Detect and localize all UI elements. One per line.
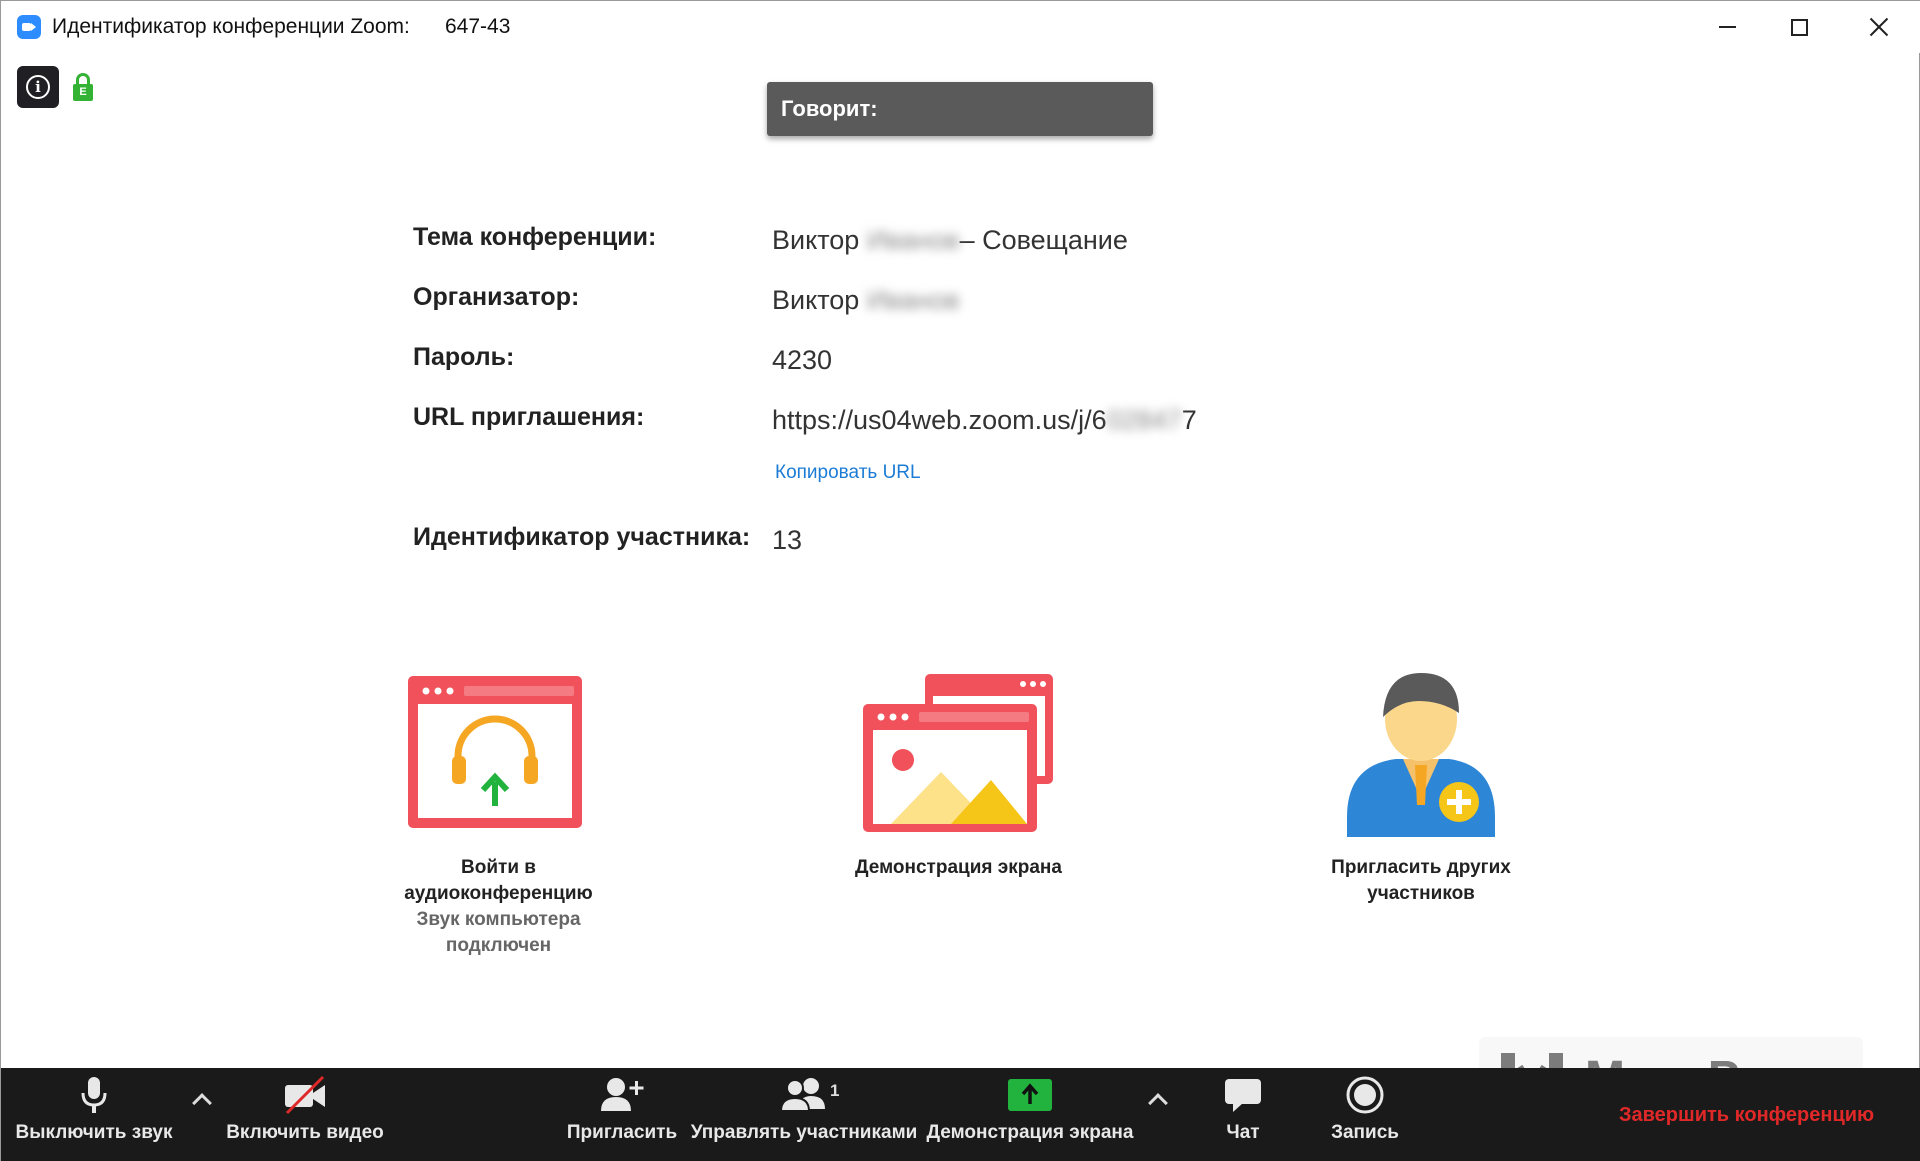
- invite-tile[interactable]: [1341, 667, 1501, 847]
- share-screen-tile[interactable]: [861, 672, 1056, 837]
- lock-letter: E: [73, 84, 93, 101]
- topic-rest: – Совещание: [959, 225, 1128, 255]
- add-user-icon: [599, 1068, 645, 1122]
- zoom-app-icon: [17, 15, 41, 39]
- share-screen-label: Демонстрация экрана: [926, 1122, 1134, 1143]
- maximize-icon: [1790, 18, 1808, 36]
- host-first: Виктор: [772, 285, 860, 315]
- topic-blurred: Иванов: [866, 225, 960, 255]
- end-meeting-button[interactable]: Завершить конференцию: [1619, 1104, 1874, 1127]
- video-off-icon: [281, 1068, 329, 1122]
- join-audio-label[interactable]: Войти в аудиоконференцию: [371, 855, 626, 907]
- start-video-label: Включить видео: [226, 1122, 384, 1143]
- topic-label: Тема конференции:: [413, 223, 657, 251]
- record-label: Запись: [1331, 1122, 1399, 1143]
- share-screen-label[interactable]: Демонстрация экрана: [831, 855, 1086, 881]
- record-button[interactable]: Запись: [1319, 1068, 1411, 1161]
- password-label: Пароль:: [413, 343, 515, 371]
- title-bar: Идентификатор конференции Zoom: 647-43: [1, 1, 1920, 53]
- close-icon: [1869, 17, 1889, 37]
- participant-id-label: Идентификатор участника:: [413, 523, 751, 551]
- mute-label: Выключить звук: [15, 1122, 173, 1143]
- maximize-button[interactable]: [1763, 1, 1835, 53]
- url-blurred: 02847: [1106, 405, 1182, 435]
- invite-url-label: URL приглашения:: [413, 403, 645, 431]
- close-button[interactable]: [1843, 1, 1915, 53]
- meeting-info-button[interactable]: i: [17, 66, 59, 108]
- share-screen-icon: [1007, 1068, 1053, 1122]
- password-value: 4230: [772, 345, 833, 375]
- url-prefix: https://us04web.zoom.us/j/6: [772, 405, 1107, 435]
- meeting-id: 647-43: [445, 15, 511, 38]
- microphone-icon: [79, 1068, 109, 1122]
- topic-value: Виктор Иванов– Совещание: [772, 225, 1128, 256]
- invite-label: Пригласить: [566, 1122, 678, 1143]
- mute-button[interactable]: Выключить звук: [9, 1068, 179, 1161]
- join-audio-icon: [408, 676, 582, 828]
- start-video-button[interactable]: Включить видео: [225, 1068, 385, 1161]
- participant-id-value: 13: [772, 525, 803, 555]
- chat-label: Чат: [1226, 1122, 1260, 1143]
- active-speaker-label: Говорит:: [767, 82, 1153, 136]
- participants-icon: [779, 1068, 829, 1122]
- join-audio-tile[interactable]: [406, 674, 586, 834]
- info-icon: i: [26, 75, 50, 99]
- invite-others-label[interactable]: Пригласить других участников: [1291, 855, 1551, 907]
- invite-url-value: https://us04web.zoom.us/j/6028477: [772, 405, 1197, 436]
- encryption-lock-icon[interactable]: E: [73, 73, 93, 101]
- chat-icon: [1223, 1068, 1263, 1122]
- manage-participants-button[interactable]: Управлять участниками: [691, 1068, 917, 1161]
- manage-participants-label: Управлять участниками: [690, 1122, 918, 1143]
- share-screen-icon: [863, 674, 1053, 832]
- host-blurred: Иванов: [866, 285, 960, 315]
- participants-count-badge: 1: [830, 1081, 840, 1100]
- chat-button[interactable]: Чат: [1203, 1068, 1283, 1161]
- host-value: Виктор Иванов: [772, 285, 960, 316]
- minimize-icon: [1718, 26, 1736, 28]
- url-suffix: 7: [1181, 405, 1197, 435]
- share-screen-button[interactable]: Демонстрация экрана: [925, 1068, 1135, 1161]
- copy-url-link[interactable]: Копировать URL: [775, 462, 921, 484]
- invite-person-icon: [1347, 673, 1495, 837]
- record-icon: [1345, 1068, 1385, 1122]
- topic-first: Виктор: [772, 225, 860, 255]
- window-title: Идентификатор конференции Zoom:: [52, 15, 410, 38]
- audio-status-label: Звук компьютера подключен: [416, 909, 581, 956]
- invite-button[interactable]: Пригласить: [567, 1068, 677, 1161]
- host-label: Организатор:: [413, 283, 580, 311]
- minimize-button[interactable]: [1691, 1, 1763, 53]
